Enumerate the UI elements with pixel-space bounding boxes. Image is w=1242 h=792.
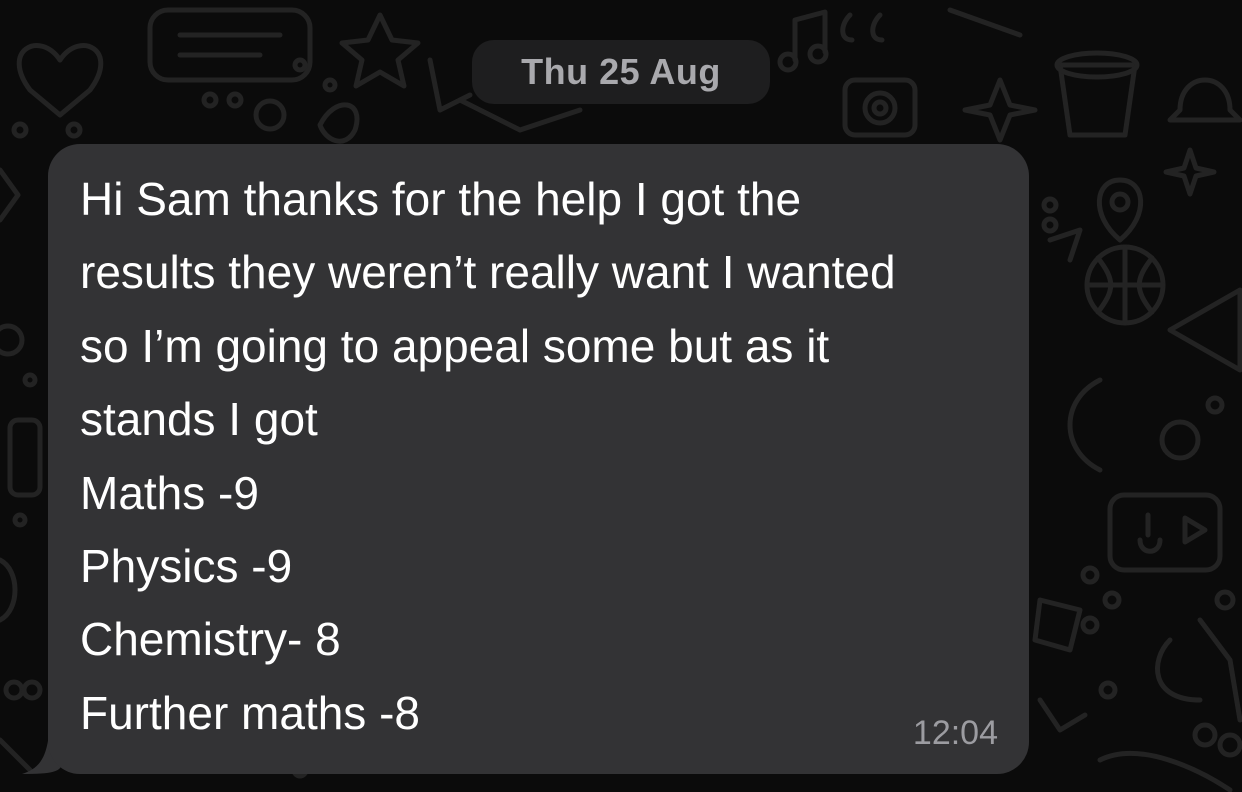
message-line: stands I got <box>80 393 318 446</box>
message-line: Maths -9 <box>80 466 259 519</box>
message-line: Chemistry- 8 <box>80 613 341 666</box>
bell-doodle <box>1167 77 1242 123</box>
message-timestamp: 12:04 <box>912 714 998 752</box>
bubble-doodle <box>147 7 313 83</box>
camera-doodle <box>842 77 918 138</box>
message-line: Hi Sam thanks for the help I got the <box>80 173 802 225</box>
message-line: so I’m going to appeal some but as it <box>80 319 830 372</box>
message-text: Hi Sam thanks for the help I got the res… <box>80 163 1010 750</box>
message-line: Further maths -8 <box>80 686 420 739</box>
message-line: Physics -9 <box>80 540 293 593</box>
date-separator: Thu 25 Aug <box>472 40 770 104</box>
message-line: results they weren’t really want I wante… <box>80 246 896 299</box>
star-doodle <box>339 12 421 89</box>
heart-doodle <box>16 43 104 118</box>
